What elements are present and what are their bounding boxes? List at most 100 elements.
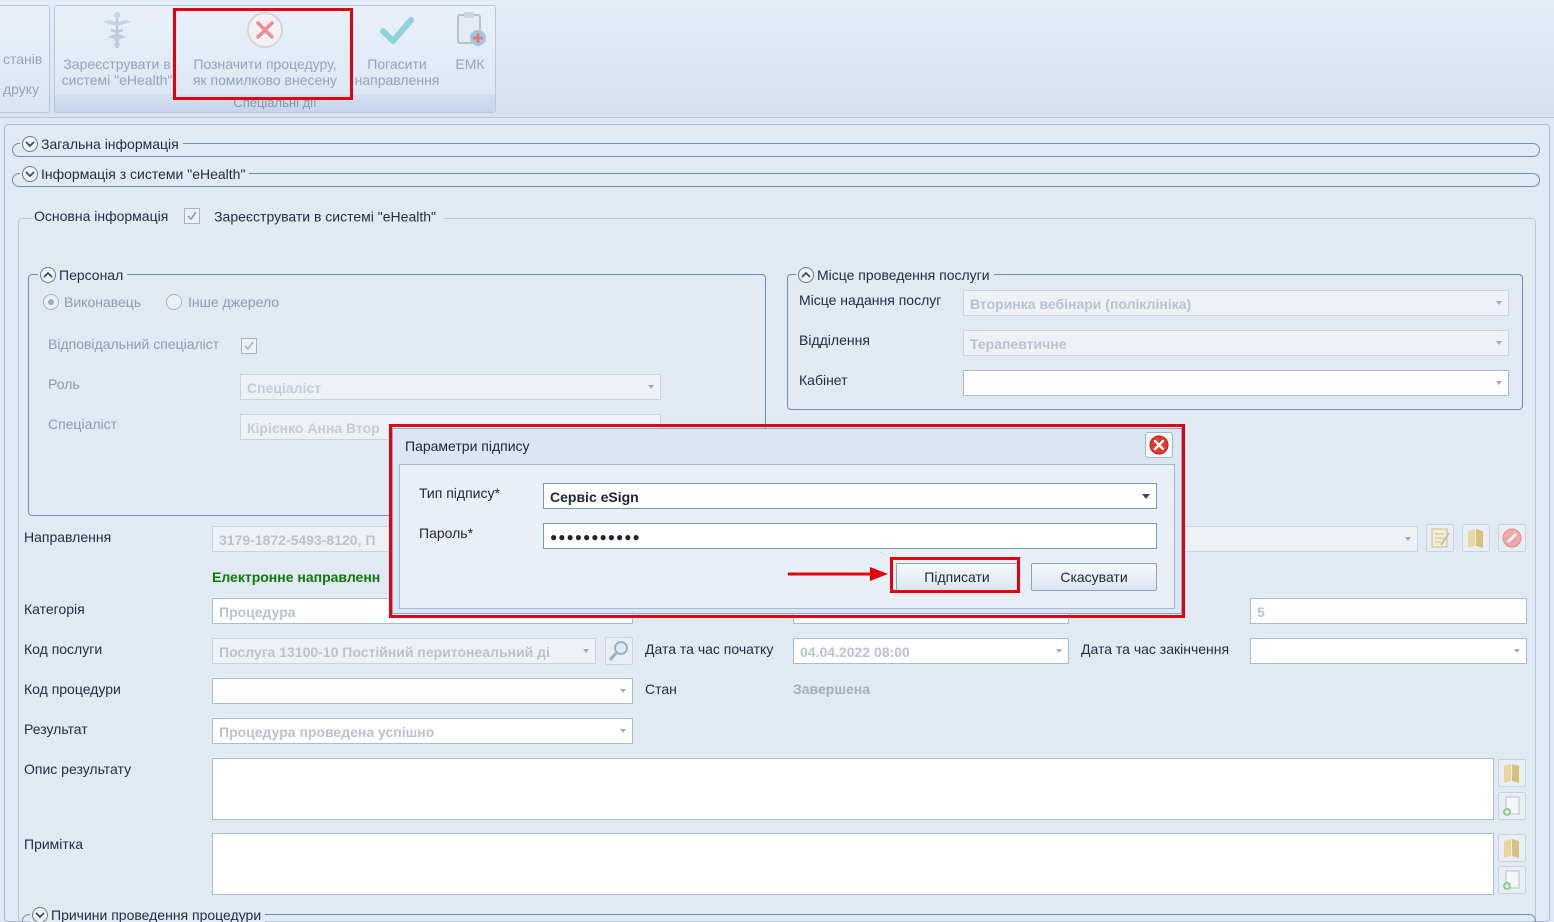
chevron-down-icon[interactable] bbox=[22, 166, 38, 183]
note-book-button[interactable] bbox=[1498, 834, 1526, 862]
other-source-radio-label: Інше джерело bbox=[188, 294, 280, 310]
add-document-icon bbox=[1503, 870, 1520, 890]
checkmark-icon bbox=[187, 211, 197, 221]
book-icon bbox=[1468, 529, 1483, 548]
role-select[interactable]: Спеціаліст bbox=[240, 374, 661, 400]
procedure-code-label: Код процедури bbox=[24, 681, 121, 697]
ribbon-print-states-line1[interactable]: станів bbox=[3, 44, 42, 74]
edit-referral-button[interactable] bbox=[1426, 524, 1454, 552]
cabinet-label: Кабінет bbox=[799, 372, 848, 388]
executor-radio[interactable] bbox=[43, 294, 59, 310]
start-datetime-label: Дата та час початку bbox=[645, 641, 774, 657]
service-code-select[interactable]: Послуга 13100-10 Постійний перитонеальни… bbox=[212, 638, 596, 664]
result-description-template-button[interactable] bbox=[1498, 792, 1526, 820]
main-info-title: Основна інформація bbox=[34, 208, 169, 225]
dropdown-arrow-icon bbox=[1056, 649, 1062, 653]
personnel-header[interactable]: Персонал bbox=[38, 265, 128, 285]
register-ehealth-checkbox[interactable] bbox=[184, 208, 201, 225]
delete-icon bbox=[1502, 528, 1522, 548]
search-service-button[interactable] bbox=[605, 637, 633, 665]
repay-referral-button[interactable]: Погасити направлення bbox=[351, 10, 443, 88]
general-info-expander[interactable]: Загальна інформація bbox=[20, 134, 183, 154]
responsible-specialist-checkbox[interactable] bbox=[241, 338, 257, 354]
place-select[interactable]: Вторинка вебінари (поліклініка) bbox=[963, 290, 1509, 316]
medical-record-icon bbox=[457, 12, 486, 46]
place-value: Вторинка вебінари (поліклініка) bbox=[970, 296, 1192, 312]
book-icon bbox=[1504, 764, 1519, 783]
end-datetime-label: Дата та час закінчення bbox=[1081, 641, 1230, 657]
ehealth-info-title: Інформація з системи "eHealth" bbox=[41, 166, 246, 183]
dropdown-arrow-icon bbox=[1514, 649, 1520, 653]
note-label: Примітка bbox=[24, 836, 84, 852]
note-template-button[interactable] bbox=[1498, 866, 1526, 894]
service-code-label: Код послуги bbox=[24, 641, 103, 657]
role-value: Спеціаліст bbox=[247, 380, 322, 396]
general-info-title: Загальна інформація bbox=[41, 136, 179, 153]
category-label: Категорія bbox=[24, 601, 85, 617]
edit-note-icon bbox=[1431, 528, 1450, 548]
department-value: Терапевтичне bbox=[970, 336, 1067, 352]
reasons-expander[interactable]: Причини проведення процедури bbox=[30, 905, 266, 922]
reasons-title: Причини проведення процедури bbox=[51, 907, 262, 922]
highlight-dialog bbox=[389, 424, 1185, 618]
ribbon-group-print: станів друку bbox=[0, 5, 50, 113]
cabinet-select[interactable] bbox=[963, 370, 1509, 396]
status-label: Стан bbox=[645, 681, 677, 697]
dropdown-arrow-icon bbox=[620, 689, 626, 693]
result-value: Процедура проведена успішно bbox=[219, 724, 435, 740]
dropdown-arrow-icon bbox=[1496, 341, 1502, 345]
repay-referral-label-1: Погасити bbox=[367, 56, 427, 72]
location-header[interactable]: Місце проведення послуги bbox=[796, 265, 994, 285]
dropdown-arrow-icon bbox=[583, 649, 589, 653]
result-description-label: Опис результату bbox=[24, 761, 132, 777]
emk-label: ЕМК bbox=[455, 56, 485, 72]
highlight-mark-erroneous bbox=[173, 8, 353, 100]
service-code-value: Послуга 13100-10 Постійний перитонеальни… bbox=[219, 644, 550, 660]
start-datetime-value: 04.04.2022 08:00 bbox=[800, 644, 910, 660]
category-value: Процедура bbox=[219, 604, 296, 620]
open-referral-button[interactable] bbox=[1462, 524, 1490, 552]
result-description-textarea[interactable] bbox=[212, 758, 1494, 820]
place-label: Місце надання послуг bbox=[799, 292, 942, 308]
clear-referral-button[interactable] bbox=[1498, 524, 1526, 552]
referral-label: Направлення bbox=[24, 529, 112, 545]
caduceus-icon bbox=[103, 12, 131, 48]
chevron-down-icon[interactable] bbox=[22, 136, 38, 153]
department-select[interactable]: Терапевтичне bbox=[963, 330, 1509, 356]
result-label: Результат bbox=[24, 721, 88, 737]
chevron-down-icon[interactable] bbox=[32, 907, 48, 922]
dropdown-arrow-icon bbox=[1496, 301, 1502, 305]
arrow-pointer-icon bbox=[788, 567, 888, 581]
add-document-icon bbox=[1503, 796, 1520, 816]
category-right-value: 5 bbox=[1257, 604, 1265, 620]
repay-referral-label-2: направлення bbox=[354, 72, 440, 88]
search-icon bbox=[608, 641, 628, 661]
end-datetime-field[interactable] bbox=[1250, 638, 1527, 664]
emk-button[interactable]: ЕМК bbox=[447, 10, 493, 72]
book-icon bbox=[1504, 839, 1519, 858]
chevron-up-icon[interactable] bbox=[40, 267, 56, 284]
specialist-value: Кірієнко Анна Втор bbox=[247, 420, 380, 436]
chevron-up-icon[interactable] bbox=[798, 267, 814, 284]
register-ehealth-checkbox-label: Зареєструвати в системі "eHealth" bbox=[214, 208, 436, 225]
checkmark-icon bbox=[244, 341, 254, 351]
result-select[interactable]: Процедура проведена успішно bbox=[212, 718, 633, 744]
highlight-sign-button bbox=[890, 557, 1020, 593]
electronic-referral-note: Електронне направленн bbox=[212, 569, 381, 585]
department-label: Відділення bbox=[799, 332, 870, 348]
responsible-specialist-label: Відповідальний спеціаліст bbox=[48, 336, 220, 352]
start-datetime-field[interactable]: 04.04.2022 08:00 bbox=[793, 638, 1069, 664]
dropdown-arrow-icon bbox=[1496, 381, 1502, 385]
general-info-expander-line bbox=[12, 143, 1540, 157]
ribbon-print-states-line2[interactable]: друку bbox=[3, 74, 42, 104]
register-ehealth-button[interactable]: Зареєструвати в системі "eHealth" bbox=[59, 10, 175, 88]
note-textarea[interactable] bbox=[212, 833, 1494, 895]
ehealth-info-expander[interactable]: Інформація з системи "eHealth" bbox=[20, 164, 250, 184]
other-source-radio[interactable] bbox=[166, 294, 182, 310]
personnel-title: Персонал bbox=[59, 267, 124, 284]
category-right-field[interactable]: 5 bbox=[1250, 598, 1527, 624]
procedure-code-select[interactable] bbox=[212, 678, 633, 704]
role-label: Роль bbox=[48, 376, 80, 392]
result-description-book-button[interactable] bbox=[1498, 759, 1526, 787]
dropdown-arrow-icon bbox=[648, 385, 654, 389]
